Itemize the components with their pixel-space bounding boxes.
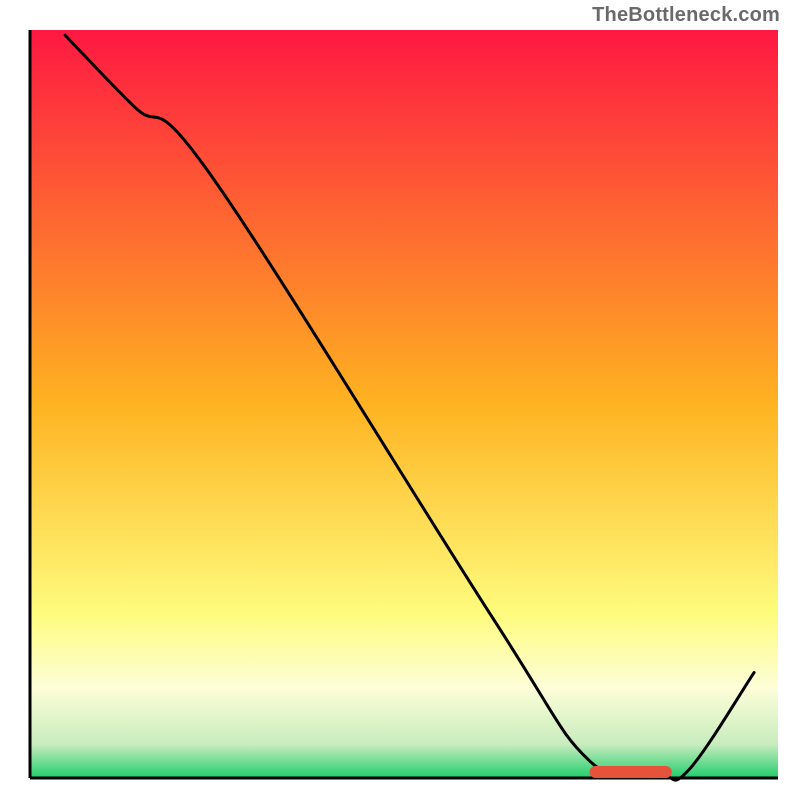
plot-background [30, 30, 778, 778]
chart-stage: TheBottleneck.com [0, 0, 800, 800]
optimal-range-marker [590, 766, 672, 778]
bottleneck-chart [0, 0, 800, 800]
